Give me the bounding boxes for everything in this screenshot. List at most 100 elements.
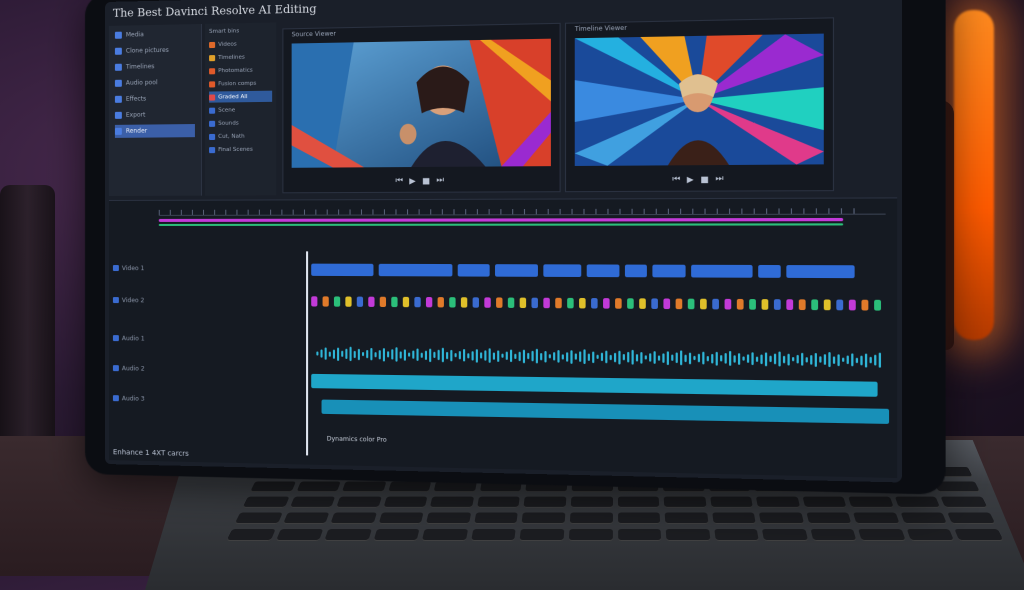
video-clip[interactable] [786,265,855,279]
color-strip-clip[interactable] [603,298,610,309]
color-strip-clip[interactable] [368,296,375,307]
bin-item-final[interactable]: Final Scenes [209,144,272,156]
color-strip-clip[interactable] [579,297,586,309]
track-head-video-1[interactable]: Video 1 [112,261,193,275]
sidebar-item-render[interactable]: Render [114,124,195,138]
color-strip-clip[interactable] [615,298,622,309]
audio-clip[interactable] [311,373,878,397]
status-text: Enhance 1 4XT carcrs [112,448,189,458]
color-strip-clip[interactable] [425,296,433,308]
color-strip-clip[interactable] [663,298,671,310]
color-strip-clip[interactable] [651,298,658,309]
sidebar-item-audio[interactable]: Audio pool [114,76,195,90]
bin-item-fusion[interactable]: Fusion comps [209,77,272,89]
video-clip[interactable] [758,264,781,278]
video-clip[interactable] [624,264,647,278]
sidebar-item-timelines[interactable]: Timelines [114,59,195,73]
color-strip-clip[interactable] [507,297,515,308]
playhead[interactable] [306,251,309,456]
timecode-ruler[interactable] [158,202,886,216]
bin-item-scene[interactable]: Scene [209,104,272,116]
play-icon[interactable]: ▶ [409,176,415,185]
color-strip-clip[interactable] [356,296,364,307]
ruler-tick [607,208,609,215]
track-head-audio-2[interactable]: Audio 2 [112,361,193,376]
stop-icon[interactable]: ■ [422,176,430,185]
color-strip-clip[interactable] [712,298,719,310]
video-clip[interactable] [652,264,686,278]
color-strip-clip[interactable] [773,299,781,310]
bin-item-videos[interactable]: Videos [209,38,272,50]
color-strip-clip[interactable] [519,297,527,309]
source-viewer[interactable]: Source Viewer ⏮ ▶ ■ ⏭ [282,22,561,194]
color-strip-clip[interactable] [437,297,444,308]
track-head-video-2[interactable]: Video 2 [112,293,193,308]
color-strip-clip[interactable] [591,298,598,309]
video-clip[interactable] [457,264,490,277]
ruler-tick [828,208,830,214]
color-strip-clip[interactable] [823,299,831,311]
sidebar-item-clone[interactable]: Clone pictures [114,43,195,58]
color-strip-clip[interactable] [567,297,574,309]
bin-item-timelines[interactable]: Timelines [209,51,272,63]
video-clip[interactable] [311,263,374,277]
color-strip-clip[interactable] [449,297,456,308]
color-strip-clip[interactable] [861,299,869,311]
bin-item-sounds[interactable]: Sounds [209,117,272,129]
color-strip-clip[interactable] [333,296,341,307]
color-strip-clip[interactable] [543,297,550,309]
forward-icon[interactable]: ⏭ [715,174,723,185]
color-strip-clip[interactable] [484,297,491,308]
forward-icon[interactable]: ⏭ [436,175,444,185]
waveform-bar [450,349,453,361]
color-strip-clip[interactable] [700,298,707,310]
bin-item-cut[interactable]: Cut, Nath [209,130,272,142]
color-strip-clip[interactable] [786,299,794,310]
video-clip[interactable] [543,264,582,278]
color-strip-clip[interactable] [311,296,318,307]
color-strip-clip[interactable] [874,299,882,311]
color-strip-clip[interactable] [798,299,806,311]
video-clip[interactable] [691,264,753,278]
color-strip-clip[interactable] [460,297,468,308]
color-strip-clip[interactable] [414,296,421,308]
color-strip-clip[interactable] [811,299,819,311]
bin-item-photomatics[interactable]: Photomatics [209,64,272,76]
rewind-icon[interactable]: ⏮ [672,174,680,185]
color-strip-clip[interactable] [472,297,479,308]
color-strip-clip[interactable] [675,298,683,310]
color-strip-clip[interactable] [402,296,410,308]
play-icon[interactable]: ▶ [687,174,694,184]
video-clip[interactable] [378,263,453,277]
sidebar-item-export[interactable]: Export [114,108,195,122]
waveform-bar [688,352,692,364]
color-strip-clip[interactable] [848,299,856,311]
color-strip-clip[interactable] [496,297,503,308]
color-strip-clip[interactable] [627,298,634,309]
color-strip-clip[interactable] [639,298,646,309]
color-strip-clip[interactable] [345,296,352,307]
video-clip[interactable] [586,264,620,278]
video-clip[interactable] [495,264,538,277]
color-strip-clip[interactable] [555,297,562,309]
color-strip-clip[interactable] [531,297,538,309]
color-strip-clip[interactable] [322,296,329,307]
sidebar-item-effects[interactable]: Effects [114,92,195,106]
color-strip-clip[interactable] [379,296,387,308]
color-strip-clip[interactable] [391,296,398,308]
sidebar-item-media[interactable]: Media [114,27,195,42]
bin-item-graded[interactable]: Graded All [209,90,273,103]
color-strip-clip[interactable] [736,298,744,310]
edit-timeline[interactable]: Video 1 Video 2 Audio 1 Audio 2 Audio 3 … [108,197,898,479]
audio-clip[interactable] [321,399,890,424]
track-head-audio-3[interactable]: Audio 3 [112,391,193,406]
rewind-icon[interactable]: ⏮ [395,175,403,185]
timeline-viewer[interactable]: Timeline Viewer ⏮ ▶ ■ ⏭ [564,17,835,193]
track-head-audio-1[interactable]: Audio 1 [112,331,193,346]
color-strip-clip[interactable] [761,299,769,310]
stop-icon[interactable]: ■ [700,174,708,184]
color-strip-clip[interactable] [836,299,844,311]
color-strip-clip[interactable] [724,298,732,310]
color-strip-clip[interactable] [749,299,756,310]
color-strip-clip[interactable] [687,298,695,310]
